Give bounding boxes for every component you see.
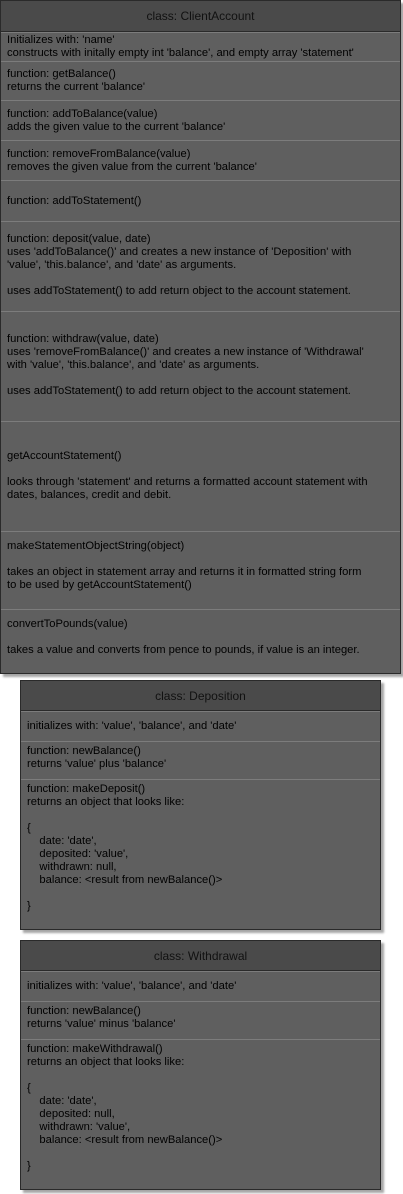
text-line [27,809,374,822]
text-line: constructs with initally empty int 'bala… [7,47,354,59]
text-line: initializes with: 'value', 'balance', an… [27,720,237,732]
text-line: { [27,822,31,834]
section-add-to-statement: function: addToStatement() [1,180,400,221]
section-get-account-statement: getAccountStatement() looks through 'sta… [1,421,400,531]
text-line: getAccountStatement() [7,450,122,462]
text-line: removes the given value from the current… [7,161,257,173]
text-line: uses 'removeFromBalance()' and creates a… [7,346,364,358]
text-line: returns 'value' minus 'balance' [27,1018,176,1030]
text-line: 'value', 'this.balance', and 'date' as a… [7,259,237,271]
text-line: returns 'value' plus 'balance' [27,758,167,770]
text-line: function: addToBalance(value) [7,108,158,120]
text-line: initializes with: 'value', 'balance', an… [27,980,237,992]
text-line: function: makeDeposit() [27,783,146,795]
class-box-deposition: class: Deposition initializes with: 'val… [20,680,381,930]
text-line [27,1147,374,1160]
text-line [27,1069,374,1082]
section-make-withdrawal: function: makeWithdrawal() returns an ob… [21,1039,380,1189]
class-box-withdrawal: class: Withdrawal initializes with: 'val… [20,940,381,1190]
text-line: returns the current 'balance' [7,81,145,93]
text-line: takes a value and converts from pence to… [7,644,360,656]
section-remove-from-balance: function: removeFromBalance(value) remov… [1,140,400,180]
text-line: } [27,900,31,912]
text-line [7,272,394,285]
section-new-balance: function: newBalance() returns 'value' m… [21,1001,380,1039]
text-line: date: 'date', [27,835,97,847]
text-line: function: makeWithdrawal() [27,1043,163,1055]
text-line: Initializes with: 'name' [7,34,115,46]
text-line [7,463,394,476]
text-line: dates, balances, credit and debit. [7,489,172,501]
text-line: takes an object in statement array and r… [7,566,362,578]
text-line: balance: <result from newBalance()> [27,874,223,886]
text-line [7,553,394,566]
text-line: function: addToStatement() [7,195,142,207]
text-line [7,372,394,385]
text-line: function: deposit(value, date) [7,233,151,245]
text-line: to be used by getAccountStatement() [7,579,192,591]
text-line: uses addToStatement() to add return obje… [7,385,351,397]
text-line: function: newBalance() [27,1005,141,1017]
text-line: returns an object that looks like: [27,796,185,808]
section-constructor: initializes with: 'value', 'balance', an… [21,711,380,741]
text-line: date: 'date', [27,1095,97,1107]
text-line: withdrawn: 'value', [27,1121,131,1133]
text-line: makeStatementObjectString(object) [7,540,185,552]
text-line: function: withdraw(value, date) [7,333,159,345]
text-line [7,631,394,644]
text-line: function: newBalance() [27,745,141,757]
text-line: function: removeFromBalance(value) [7,148,191,160]
section-new-balance: function: newBalance() returns 'value' p… [21,741,380,779]
class-title: class: Withdrawal [21,941,380,971]
section-make-deposit: function: makeDeposit() returns an objec… [21,779,380,929]
section-make-statement-object-string: makeStatementObjectString(object) takes … [1,531,400,609]
section-convert-to-pounds: convertToPounds(value) takes a value and… [1,609,400,673]
text-line: function: getBalance() [7,68,116,80]
text-line: with 'value', 'this.balance', and 'date'… [7,359,260,371]
text-line: returns an object that looks like: [27,1056,185,1068]
text-line: deposited: null, [27,1108,115,1120]
text-line [27,887,374,900]
text-line: uses addToStatement() to add return obje… [7,285,351,297]
text-line: } [27,1160,31,1172]
section-add-to-balance: function: addToBalance(value) adds the g… [1,100,400,140]
text-line: withdrawn: null, [27,861,117,873]
text-line: { [27,1082,31,1094]
class-title: class: ClientAccount [1,1,400,32]
section-constructor: initializes with: 'value', 'balance', an… [21,971,380,1001]
text-line: convertToPounds(value) [7,618,128,630]
section-constructor: Initializes with: 'name' constructs with… [1,32,400,61]
class-box-client-account: class: ClientAccount Initializes with: '… [0,0,401,674]
text-line: adds the given value to the current 'bal… [7,121,226,133]
section-deposit: function: deposit(value, date) uses 'add… [1,221,400,311]
text-line: balance: <result from newBalance()> [27,1134,223,1146]
text-line: deposited: 'value', [27,848,129,860]
text-line: looks through 'statement' and returns a … [7,476,368,488]
section-get-balance: function: getBalance() returns the curre… [1,61,400,100]
section-withdraw: function: withdraw(value, date) uses 're… [1,311,400,421]
text-line: uses 'addToBalance()' and creates a new … [7,246,352,258]
class-title: class: Deposition [21,681,380,711]
